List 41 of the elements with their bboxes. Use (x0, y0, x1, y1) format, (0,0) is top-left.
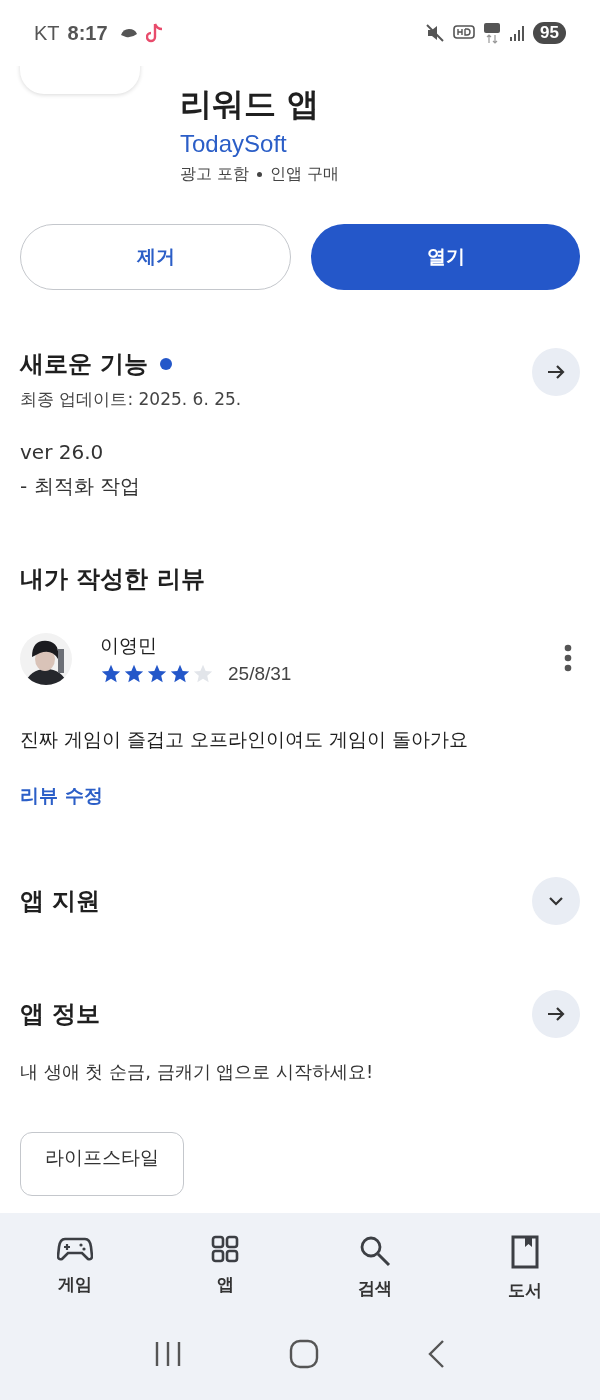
app-meta: 광고 포함 (180, 164, 250, 185)
book-icon (511, 1235, 539, 1269)
release-note: - 최적화 작업 (20, 473, 141, 500)
nav-tab[interactable]: 도서 (475, 1235, 575, 1321)
home-icon[interactable] (289, 1339, 319, 1369)
edit-review-link[interactable]: 리뷰 수정 (20, 783, 103, 809)
clock: 8:17 (67, 21, 108, 45)
category-chip[interactable]: 라이프스타일 (20, 1132, 184, 1196)
music-note-icon (145, 22, 164, 44)
recent-apps-icon[interactable] (153, 1341, 182, 1367)
bullet-icon (257, 172, 263, 177)
app-meta: 인앱 구매 (270, 164, 340, 185)
section-title: 내가 작성한 리뷰 (20, 564, 206, 595)
signal-icon (509, 24, 526, 42)
open-button[interactable]: 열기 (311, 224, 580, 290)
update-date: 최종 업데이트: 2025. 6. 25. (20, 388, 242, 411)
reviewer-name: 이영민 (100, 633, 158, 658)
developer-link[interactable]: TodaySoft (180, 130, 340, 158)
battery-level: 95 (533, 22, 566, 44)
hd-icon (453, 24, 476, 42)
review-text: 진짜 게임이 즐겁고 오프라인이여도 게임이 돌아가요 (20, 727, 470, 752)
nav-tab[interactable]: 검색 (325, 1235, 425, 1321)
new-dot-icon (160, 358, 173, 370)
arrow-button[interactable] (532, 990, 580, 1038)
section-title: 앱 지원 (20, 886, 101, 917)
nav-tab[interactable]: 게임 (25, 1235, 125, 1321)
back-icon[interactable] (426, 1339, 447, 1369)
review-date: 25/8/31 (228, 663, 292, 685)
apps-grid-icon (211, 1235, 239, 1263)
section-title: 새로운 기능 (20, 349, 149, 380)
app-title: 리워드 앱 (180, 84, 321, 125)
release-note: ver 26.0 (20, 439, 105, 466)
carrier: KT (34, 21, 60, 45)
nav-tab[interactable]: 앱 (175, 1235, 275, 1321)
search-icon (359, 1235, 391, 1267)
gamepad-icon (57, 1235, 93, 1263)
app-description: 내 생애 첫 순금, 금캐기 앱으로 시작하세요! (20, 1060, 375, 1084)
mute-icon (425, 23, 446, 43)
uninstall-button[interactable]: 제거 (20, 224, 291, 290)
arrow-button[interactable] (532, 348, 580, 396)
section-title: 앱 정보 (20, 999, 101, 1030)
